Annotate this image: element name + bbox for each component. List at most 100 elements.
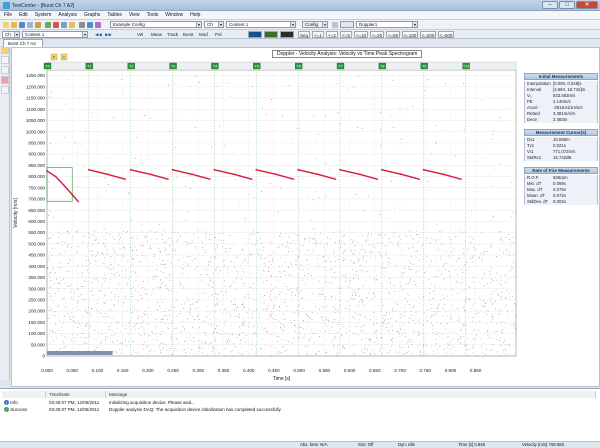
context-select-2[interactable]: Context 1 ▾ xyxy=(22,31,88,38)
log-header-time[interactable]: Time/Date xyxy=(46,391,106,398)
cursor-measurements-header[interactable]: Measurement Cursor(s) xyxy=(524,129,598,136)
config-button[interactable]: Config ▾ xyxy=(302,21,328,28)
noise-point xyxy=(98,332,99,333)
dark-mode-button[interactable] xyxy=(280,31,294,38)
zoom-2-button[interactable]: <=2 xyxy=(326,31,338,38)
document-tab[interactable]: Burst Ch 7 A2 xyxy=(3,39,43,47)
meas-button[interactable]: Meas xyxy=(150,31,163,38)
noise-point xyxy=(508,293,510,294)
noise-point xyxy=(326,325,328,327)
noise-point xyxy=(338,300,340,301)
noise-point xyxy=(123,302,125,303)
spectrum-button[interactable] xyxy=(264,31,278,38)
play-back-button[interactable]: ◀◀ xyxy=(94,31,103,38)
new-icon[interactable] xyxy=(3,22,9,28)
mod-button[interactable]: Mod xyxy=(198,31,209,38)
noise-point xyxy=(350,280,351,281)
context-select[interactable]: Context 1 ▾ xyxy=(226,21,296,28)
target-button[interactable] xyxy=(340,21,354,28)
log-row[interactable]: i Info xyxy=(4,400,18,406)
maximize-button[interactable]: □ xyxy=(559,1,575,9)
minimize-button[interactable]: – xyxy=(542,1,558,9)
menu-analysis[interactable]: Analysis xyxy=(58,12,77,18)
velocity-time-chart[interactable]: 050.000100.000150.000200.000250.000300.0… xyxy=(11,47,524,387)
zoom-500-button[interactable]: <=500 xyxy=(438,31,454,38)
menu-tables[interactable]: Tables xyxy=(107,12,121,18)
help-icon[interactable] xyxy=(87,22,93,28)
noise-point xyxy=(103,228,105,230)
channel-select-2[interactable]: Ch: ▾ xyxy=(2,31,20,38)
chart-marks: T0 T1 T2 T3 T4 T5 T6 T7 T8 T9 T10F C xyxy=(43,53,470,356)
noise-point xyxy=(164,247,166,249)
initial-measurements-header[interactable]: Initial Measurements xyxy=(524,73,598,80)
noise-point xyxy=(275,327,277,329)
print-icon[interactable] xyxy=(79,22,85,28)
noise-point xyxy=(168,274,170,276)
noise-point xyxy=(57,304,59,305)
folder-icon[interactable] xyxy=(69,22,75,28)
zoom-200-button[interactable]: <=200 xyxy=(420,31,436,38)
noise-point xyxy=(233,152,234,154)
menu-edit[interactable]: Edit xyxy=(19,12,28,18)
vel-button[interactable]: Vel xyxy=(136,31,144,38)
config-select[interactable]: Example Config ▾ xyxy=(110,21,202,28)
marker-icon[interactable] xyxy=(1,76,9,84)
track-button[interactable]: Track xyxy=(166,31,179,38)
copy-icon[interactable] xyxy=(27,22,33,28)
zoom-10-button[interactable]: <=10 xyxy=(354,31,368,38)
play-forward-button[interactable]: ▶▶ xyxy=(104,31,113,38)
save-icon[interactable] xyxy=(19,22,25,28)
refresh-icon[interactable] xyxy=(332,22,338,28)
measurement-row: StdDev. dT 0.002s xyxy=(524,199,598,205)
settings-icon[interactable] xyxy=(61,22,67,28)
color-map-button[interactable] xyxy=(248,31,262,38)
zoom-seq-button[interactable]: Seq xyxy=(298,31,310,38)
noise-point xyxy=(95,236,96,238)
menu-graphs[interactable]: Graphs xyxy=(84,12,100,18)
open-icon[interactable] xyxy=(11,22,17,28)
noise-point xyxy=(436,349,438,350)
burst-button[interactable]: Burst xyxy=(182,31,195,38)
doppler-select[interactable]: Doppler1 ▾ xyxy=(356,21,418,28)
zoom-5-button[interactable]: <=5 xyxy=(340,31,352,38)
menu-system[interactable]: System xyxy=(35,12,52,18)
menu-help[interactable]: Help xyxy=(190,12,200,18)
noise-point xyxy=(373,278,375,280)
noise-point xyxy=(397,245,399,247)
rof-measurements-header[interactable]: Rate of Fire Measurements xyxy=(524,167,598,174)
log-header-message[interactable]: Message xyxy=(106,391,596,398)
pan-icon[interactable] xyxy=(1,66,9,74)
channel-select[interactable]: Ch: ▾ xyxy=(204,21,224,28)
noise-point xyxy=(476,161,478,162)
pointer-icon[interactable] xyxy=(1,46,9,54)
zoom-1-button[interactable]: <=1 xyxy=(312,31,324,38)
zoom-100-button[interactable]: <=100 xyxy=(402,31,418,38)
cursor-icon[interactable] xyxy=(1,86,9,94)
zoom-50-button[interactable]: <=50 xyxy=(386,31,400,38)
menu-tools[interactable]: Tools xyxy=(147,12,159,18)
noise-point xyxy=(415,323,416,324)
menu-view[interactable]: View xyxy=(129,12,140,18)
paste-icon[interactable] xyxy=(35,22,41,28)
noise-point xyxy=(152,262,154,264)
noise-point xyxy=(129,238,131,239)
zoom-20-button[interactable]: <=20 xyxy=(370,31,384,38)
pol-button[interactable]: Pol xyxy=(214,31,223,38)
measurement-row: StdRv1 16.742dB xyxy=(524,155,598,161)
menu-window[interactable]: Window xyxy=(165,12,183,18)
stop-icon[interactable] xyxy=(53,22,59,28)
menu-file[interactable]: File xyxy=(4,12,12,18)
noise-point xyxy=(360,326,362,328)
log-header-type[interactable] xyxy=(2,391,46,398)
close-button[interactable]: ✕ xyxy=(576,1,598,9)
noise-point xyxy=(243,323,245,324)
log-row[interactable]: ✓ Success xyxy=(4,407,27,413)
x-tick-label: 0.550 xyxy=(319,368,331,373)
noise-point xyxy=(161,239,163,240)
run-icon[interactable] xyxy=(45,22,51,28)
zoom-icon[interactable] xyxy=(1,56,9,64)
noise-point xyxy=(321,316,323,318)
analysis-icon[interactable] xyxy=(95,22,101,28)
noise-point xyxy=(285,301,286,302)
noise-point xyxy=(150,314,152,316)
